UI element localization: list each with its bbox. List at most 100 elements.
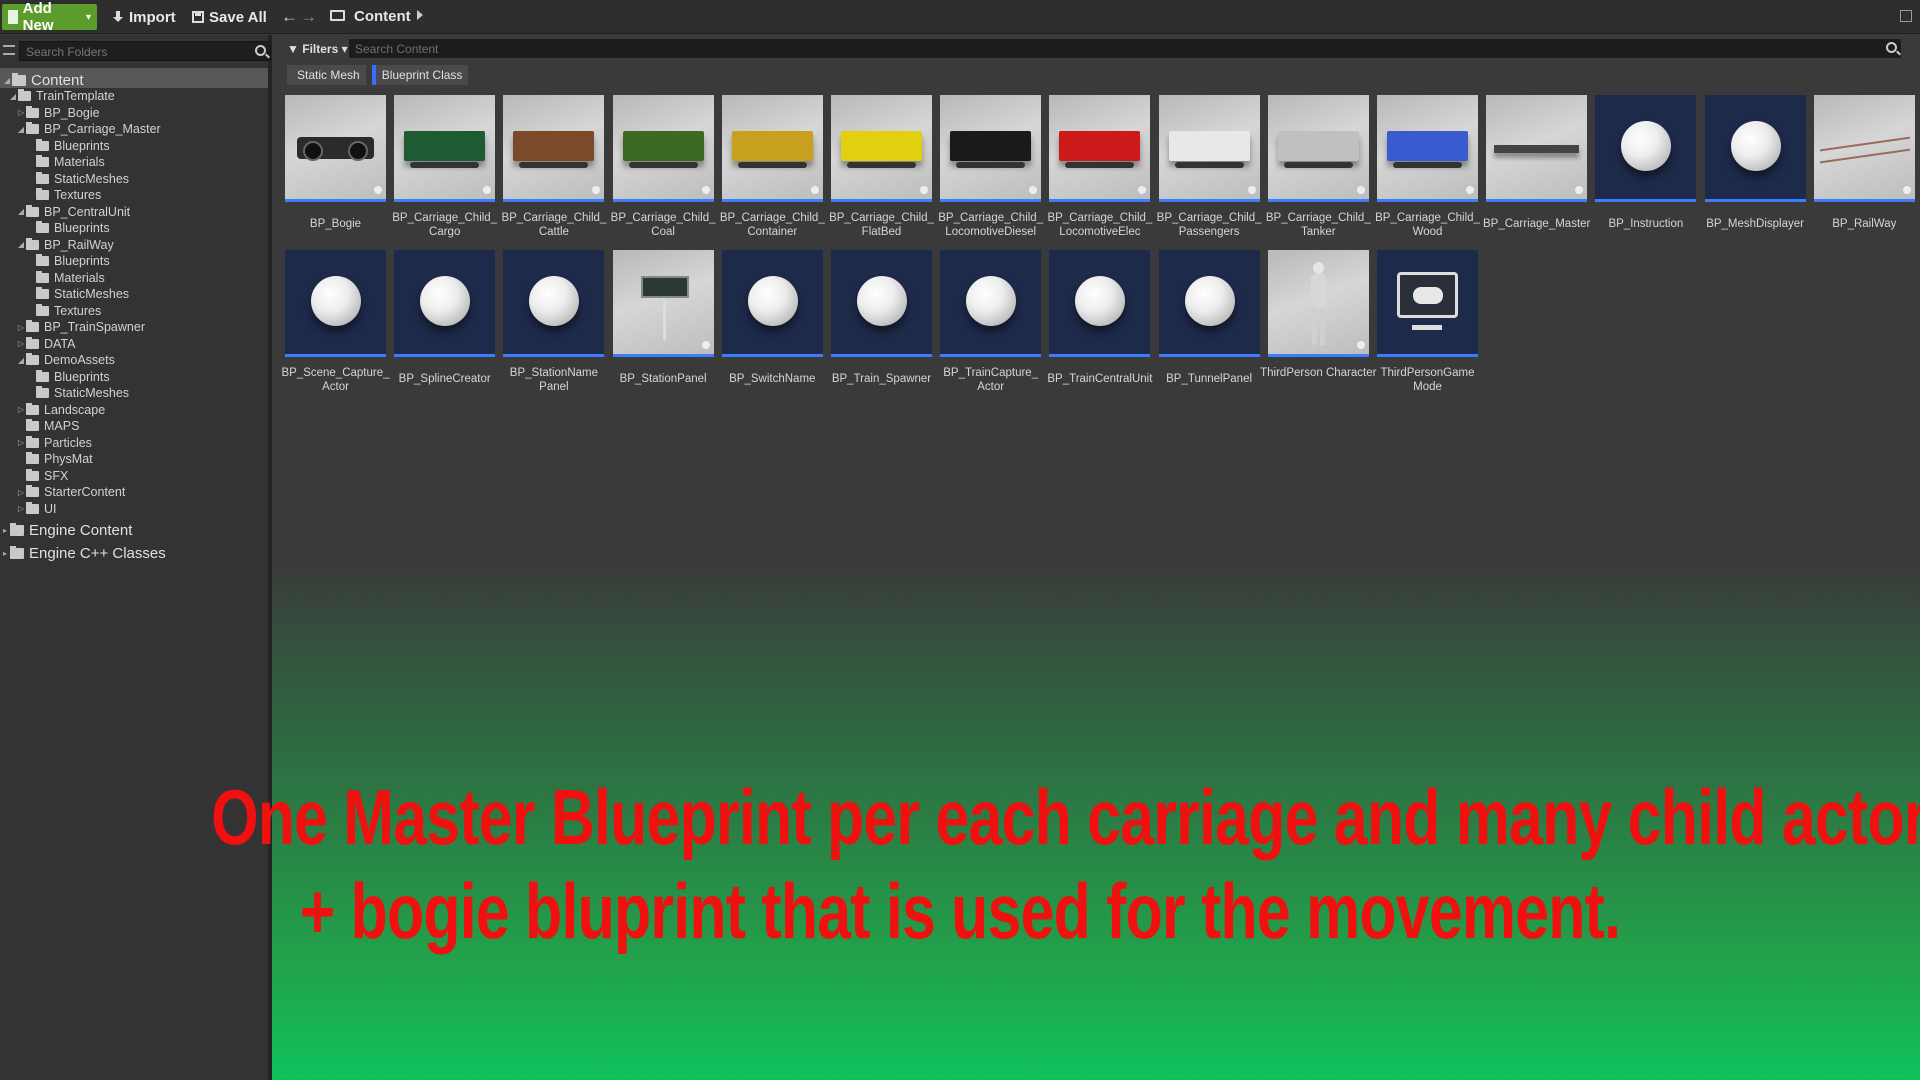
tree-item[interactable]: Textures	[26, 303, 101, 319]
asset-tile[interactable]: BP_TunnelPanel	[1158, 250, 1260, 400]
asset-tile[interactable]: BP_Train_Spawner	[831, 250, 932, 400]
expand-arrow-icon[interactable]: ▷	[16, 405, 26, 414]
asset-name: BP_Carriage_Child_ Cattle	[501, 212, 607, 238]
asset-tile[interactable]: BP_Carriage_Child_ Passengers	[1157, 95, 1262, 245]
asset-tile[interactable]: BP_Bogie	[285, 95, 386, 245]
collapse-arrow-icon[interactable]: ◢	[8, 92, 18, 101]
filter-chip-static-mesh[interactable]: Static Mesh	[287, 65, 366, 85]
asset-tile[interactable]: BP_Carriage_Master	[1483, 95, 1590, 245]
expand-arrow-icon[interactable]: ▸	[0, 526, 10, 535]
blueprint-sphere-icon	[966, 276, 1017, 326]
tree-item-engine-content[interactable]: ▸ Engine Content	[0, 520, 132, 540]
tree-item[interactable]: ▷ UI	[16, 501, 57, 517]
asset-tile[interactable]: BP_MeshDisplayer	[1704, 95, 1806, 245]
asset-tile[interactable]: BP_Carriage_Child_ Wood	[1375, 95, 1480, 245]
asset-thumbnail	[1377, 250, 1478, 357]
add-new-button[interactable]: Add New ▾	[2, 0, 97, 34]
tree-item[interactable]: ◢ BP_Carriage_Master	[16, 121, 161, 137]
tree-item[interactable]: PhysMat	[16, 451, 93, 467]
expand-arrow-icon[interactable]: ▷	[16, 504, 26, 513]
asset-tile[interactable]: BP_RailWay	[1813, 95, 1915, 245]
asset-tile[interactable]: BP_StationName Panel	[503, 250, 605, 400]
folder-icon	[26, 353, 39, 365]
tree-item[interactable]: ▷ StarterContent	[16, 484, 125, 500]
tree-item[interactable]: Blueprints	[26, 138, 110, 154]
asset-tile[interactable]: ThirdPerson Character	[1260, 250, 1376, 400]
asset-tile[interactable]: BP_SwitchName	[721, 250, 823, 400]
asset-tile[interactable]: BP_StationPanel	[612, 250, 714, 400]
expand-arrow-icon[interactable]: ▸	[0, 549, 10, 558]
asset-name: BP_Carriage_Child_ Container	[719, 212, 825, 238]
tree-item[interactable]: ◢ TrainTemplate	[8, 88, 115, 104]
collapse-arrow-icon[interactable]: ◢	[16, 207, 26, 216]
asset-tile[interactable]: BP_Carriage_Child_ Cargo	[392, 95, 497, 245]
search-folders-input[interactable]: Search Folders	[19, 41, 271, 61]
tree-item[interactable]: Textures	[26, 187, 101, 203]
tree-item[interactable]: SFX	[16, 468, 68, 484]
path-breadcrumb-content[interactable]: Content	[354, 8, 411, 25]
filter-chip-blueprint-class[interactable]: Blueprint Class	[371, 65, 469, 85]
asset-tile[interactable]: BP_Scene_Capture_ Actor	[281, 250, 390, 400]
asset-tile[interactable]: BP_Instruction	[1595, 95, 1697, 245]
tree-item[interactable]: Blueprints	[26, 220, 110, 236]
asset-badge-icon	[1247, 186, 1256, 194]
tree-item[interactable]: ◢ BP_CentralUnit	[16, 204, 130, 220]
tree-item[interactable]: Blueprints	[26, 369, 110, 385]
window-options-icon[interactable]	[1900, 10, 1912, 22]
tree-item[interactable]: Materials	[26, 154, 105, 170]
tree-item[interactable]: StaticMeshes	[26, 385, 129, 401]
asset-tile[interactable]: ThirdPersonGame Mode	[1377, 250, 1478, 400]
expand-arrow-icon[interactable]: ▷	[16, 438, 26, 447]
asset-name: BP_TrainCentralUnit	[1047, 373, 1153, 385]
asset-tile[interactable]: BP_SplineCreator	[394, 250, 496, 400]
folder-icon	[330, 10, 345, 21]
tree-item-label: Engine Content	[29, 521, 133, 539]
tree-item[interactable]: MAPS	[16, 418, 79, 434]
expand-arrow-icon[interactable]: ▷	[16, 339, 26, 348]
tree-item[interactable]: ◢ BP_RailWay	[16, 237, 114, 253]
asset-tile[interactable]: BP_Carriage_Child_ Container	[720, 95, 825, 245]
search-content-input[interactable]: Search Content	[349, 39, 1901, 58]
filters-dropdown[interactable]: ▼ Filters ▾	[287, 42, 348, 56]
tree-item[interactable]: StaticMeshes	[26, 286, 129, 302]
tree-item[interactable]: StaticMeshes	[26, 171, 129, 187]
expand-arrow-icon[interactable]: ▷	[16, 323, 26, 332]
folder-icon	[26, 237, 39, 250]
toggle-sources-icon[interactable]	[3, 45, 15, 55]
asset-tile[interactable]: BP_TrainCentralUnit	[1047, 250, 1152, 400]
import-button[interactable]: Import	[106, 4, 182, 30]
asset-tile[interactable]: BP_Carriage_Child_ FlatBed	[829, 95, 934, 245]
back-arrow-icon[interactable]: ←	[281, 7, 298, 27]
tree-item-label: Blueprints	[54, 369, 110, 384]
asset-tile[interactable]: BP_Carriage_Child_ Tanker	[1266, 95, 1371, 245]
tree-item[interactable]: Materials	[26, 270, 105, 286]
collapse-arrow-icon[interactable]: ◢	[16, 356, 26, 365]
save-all-button[interactable]: Save All	[186, 4, 273, 30]
tree-item[interactable]: ▷ BP_Bogie	[16, 105, 100, 121]
tree-item[interactable]: ◢ DemoAssets	[16, 352, 115, 368]
tree-item[interactable]: ▷ BP_TrainSpawner	[16, 319, 145, 335]
tree-item[interactable]: Blueprints	[26, 253, 110, 269]
expand-arrow-icon[interactable]: ▷	[16, 108, 26, 117]
asset-thumbnail	[940, 95, 1042, 202]
asset-tile[interactable]: BP_Carriage_Child_ LocomotiveDiesel	[938, 95, 1043, 245]
tree-item-engine-cpp-classes[interactable]: ▸ Engine C++ Classes	[0, 543, 166, 563]
collapse-arrow-icon[interactable]: ◢	[2, 76, 12, 85]
expand-arrow-icon[interactable]: ▷	[16, 488, 26, 497]
tree-item[interactable]: ▷ DATA	[16, 336, 75, 352]
asset-name: BP_TrainCapture_ Actor	[943, 367, 1039, 393]
asset-tile[interactable]: BP_TrainCapture_ Actor	[940, 250, 1042, 400]
collapse-arrow-icon[interactable]: ◢	[16, 240, 26, 249]
tree-item-content[interactable]: ◢ Content	[2, 70, 84, 90]
tree-item[interactable]: ▷ Landscape	[16, 402, 105, 418]
asset-tile[interactable]: BP_Carriage_Child_ Cattle	[501, 95, 606, 245]
forward-arrow-icon[interactable]: →	[300, 7, 317, 27]
breadcrumb-chevron-icon[interactable]	[417, 10, 423, 20]
collapse-arrow-icon[interactable]: ◢	[16, 125, 26, 134]
asset-tile[interactable]: BP_Carriage_Child_ Coal	[611, 95, 716, 245]
tree-item[interactable]: ▷ Particles	[16, 435, 92, 451]
folder-icon	[26, 402, 39, 415]
asset-name: BP_MeshDisplayer	[1706, 218, 1804, 230]
asset-tile[interactable]: BP_Carriage_Child_ LocomotiveElec	[1047, 95, 1152, 245]
asset-thumbnail	[503, 95, 605, 202]
